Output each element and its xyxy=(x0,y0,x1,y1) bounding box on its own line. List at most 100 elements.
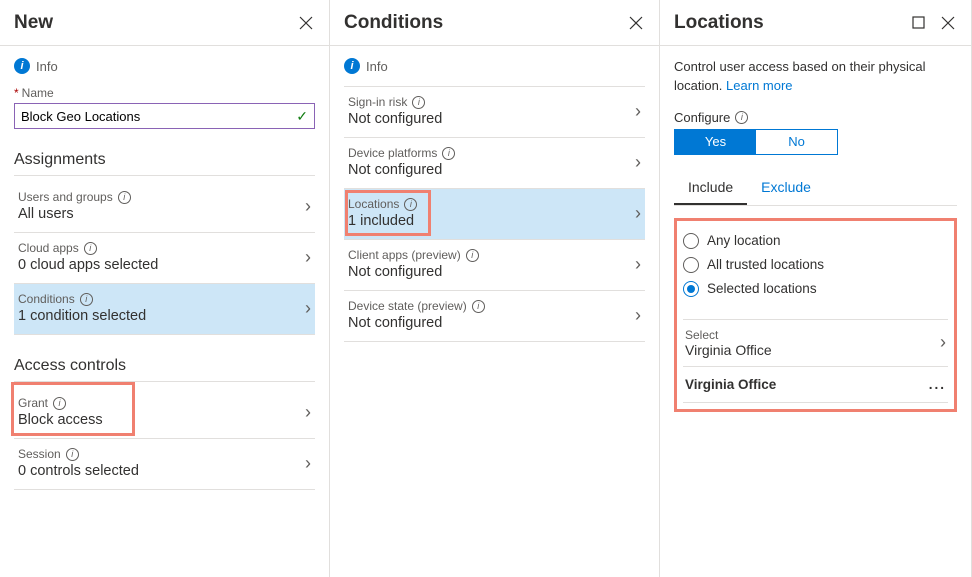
conditions-value: 1 condition selected xyxy=(18,308,146,324)
cloud-apps-row[interactable]: Cloud apps i 0 cloud apps selected › xyxy=(14,233,315,284)
radio-any-location[interactable]: Any location xyxy=(683,229,948,253)
chevron-right-icon: › xyxy=(305,402,311,423)
info-icon: i xyxy=(442,147,455,160)
name-label: *Name xyxy=(14,86,315,100)
conditions-row[interactable]: Conditions i 1 condition selected › xyxy=(14,284,315,335)
select-location-row[interactable]: Select Virginia Office › xyxy=(683,319,948,367)
chevron-right-icon: › xyxy=(305,196,311,217)
chevron-right-icon: › xyxy=(635,305,641,326)
device-platforms-row[interactable]: Device platforms i Not configured › xyxy=(344,138,645,189)
info-label: Info xyxy=(366,59,388,74)
assignments-heading: Assignments xyxy=(14,151,315,176)
session-value: 0 controls selected xyxy=(18,463,139,479)
name-input-wrap[interactable]: ✓ xyxy=(14,103,315,129)
radio-icon xyxy=(683,257,699,273)
state-label: Device state (preview) xyxy=(348,299,467,313)
panel-conditions: Conditions i Info Sign-in risk i Not conf… xyxy=(330,0,660,577)
info-icon: i xyxy=(14,58,30,74)
panel-new: New i Info *Name ✓ Assignments Users and… xyxy=(0,0,330,577)
locations-row[interactable]: Locations i 1 included › xyxy=(344,189,645,240)
client-apps-row[interactable]: Client apps (preview) i Not configured › xyxy=(344,240,645,291)
client-label: Client apps (preview) xyxy=(348,248,461,262)
configure-toggle[interactable]: Yes No xyxy=(674,129,838,155)
radio-selected-locations[interactable]: Selected locations xyxy=(683,277,948,301)
device-state-row[interactable]: Device state (preview) i Not configured › xyxy=(344,291,645,342)
close-icon[interactable] xyxy=(939,14,957,32)
device-value: Not configured xyxy=(348,162,455,178)
panel-header: New xyxy=(0,0,329,46)
access-controls-heading: Access controls xyxy=(14,357,315,382)
grant-value: Block access xyxy=(18,412,103,428)
panel-locations: Locations Control user access based on t… xyxy=(660,0,972,577)
info-icon: i xyxy=(466,249,479,262)
chevron-right-icon: › xyxy=(305,453,311,474)
chevron-right-icon: › xyxy=(635,203,641,224)
info-row[interactable]: i Info xyxy=(344,58,645,74)
locations-value: 1 included xyxy=(348,213,417,229)
panel-header: Locations xyxy=(660,0,971,46)
radio-label: Any location xyxy=(707,233,781,248)
users-value: All users xyxy=(18,206,131,222)
radio-icon xyxy=(683,281,699,297)
learn-more-link[interactable]: Learn more xyxy=(726,78,792,93)
select-value: Virginia Office xyxy=(685,342,772,358)
cloud-value: 0 cloud apps selected xyxy=(18,257,158,273)
select-label: Select xyxy=(685,328,772,342)
panel-title: New xyxy=(14,12,53,34)
info-label: Info xyxy=(36,59,58,74)
info-icon: i xyxy=(118,191,131,204)
session-label: Session xyxy=(18,447,61,461)
locations-label: Locations xyxy=(348,197,399,211)
device-label: Device platforms xyxy=(348,146,437,160)
chevron-right-icon: › xyxy=(635,152,641,173)
state-value: Not configured xyxy=(348,315,485,331)
info-icon: i xyxy=(344,58,360,74)
panel-title: Locations xyxy=(674,12,764,34)
info-icon: i xyxy=(66,448,79,461)
info-icon: i xyxy=(472,300,485,313)
client-value: Not configured xyxy=(348,264,479,280)
include-exclude-tabs: Include Exclude xyxy=(674,171,957,206)
session-row[interactable]: Session i 0 controls selected › xyxy=(14,439,315,490)
configure-label: Configure xyxy=(674,110,730,125)
grant-label: Grant xyxy=(18,396,48,410)
panel-title: Conditions xyxy=(344,12,443,34)
signin-label: Sign-in risk xyxy=(348,95,407,109)
location-name: Virginia Office xyxy=(685,377,776,392)
info-icon: i xyxy=(735,111,748,124)
cloud-label: Cloud apps xyxy=(18,241,79,255)
location-entry: Virginia Office ... xyxy=(683,367,948,403)
locations-description: Control user access based on their physi… xyxy=(674,58,957,96)
chevron-right-icon: › xyxy=(305,298,311,319)
more-icon[interactable]: ... xyxy=(929,377,964,392)
radio-label: Selected locations xyxy=(707,281,817,296)
maximize-icon[interactable] xyxy=(909,14,927,32)
info-icon: i xyxy=(412,96,425,109)
signin-risk-row[interactable]: Sign-in risk i Not configured › xyxy=(344,86,645,138)
name-input[interactable] xyxy=(21,109,296,124)
signin-value: Not configured xyxy=(348,111,442,127)
radio-icon xyxy=(683,233,699,249)
chevron-right-icon: › xyxy=(635,254,641,275)
toggle-yes[interactable]: Yes xyxy=(675,130,756,154)
tab-include[interactable]: Include xyxy=(674,171,747,205)
panel-header: Conditions xyxy=(330,0,659,46)
info-icon: i xyxy=(84,242,97,255)
close-icon[interactable] xyxy=(297,14,315,32)
grant-row[interactable]: Granti Block access › xyxy=(14,388,315,439)
chevron-right-icon: › xyxy=(305,247,311,268)
location-options-highlight: Any location All trusted locations Selec… xyxy=(674,218,957,412)
info-icon: i xyxy=(80,293,93,306)
close-icon[interactable] xyxy=(627,14,645,32)
info-icon: i xyxy=(53,397,66,410)
tab-exclude[interactable]: Exclude xyxy=(747,171,825,205)
conditions-label: Conditions xyxy=(18,292,75,306)
chevron-right-icon: › xyxy=(635,101,641,122)
users-groups-row[interactable]: Users and groupsi All users › xyxy=(14,182,315,233)
info-icon: i xyxy=(404,198,417,211)
radio-trusted-locations[interactable]: All trusted locations xyxy=(683,253,948,277)
toggle-no[interactable]: No xyxy=(756,130,837,154)
chevron-right-icon: › xyxy=(940,332,964,353)
info-row[interactable]: i Info xyxy=(14,58,315,74)
radio-label: All trusted locations xyxy=(707,257,824,272)
